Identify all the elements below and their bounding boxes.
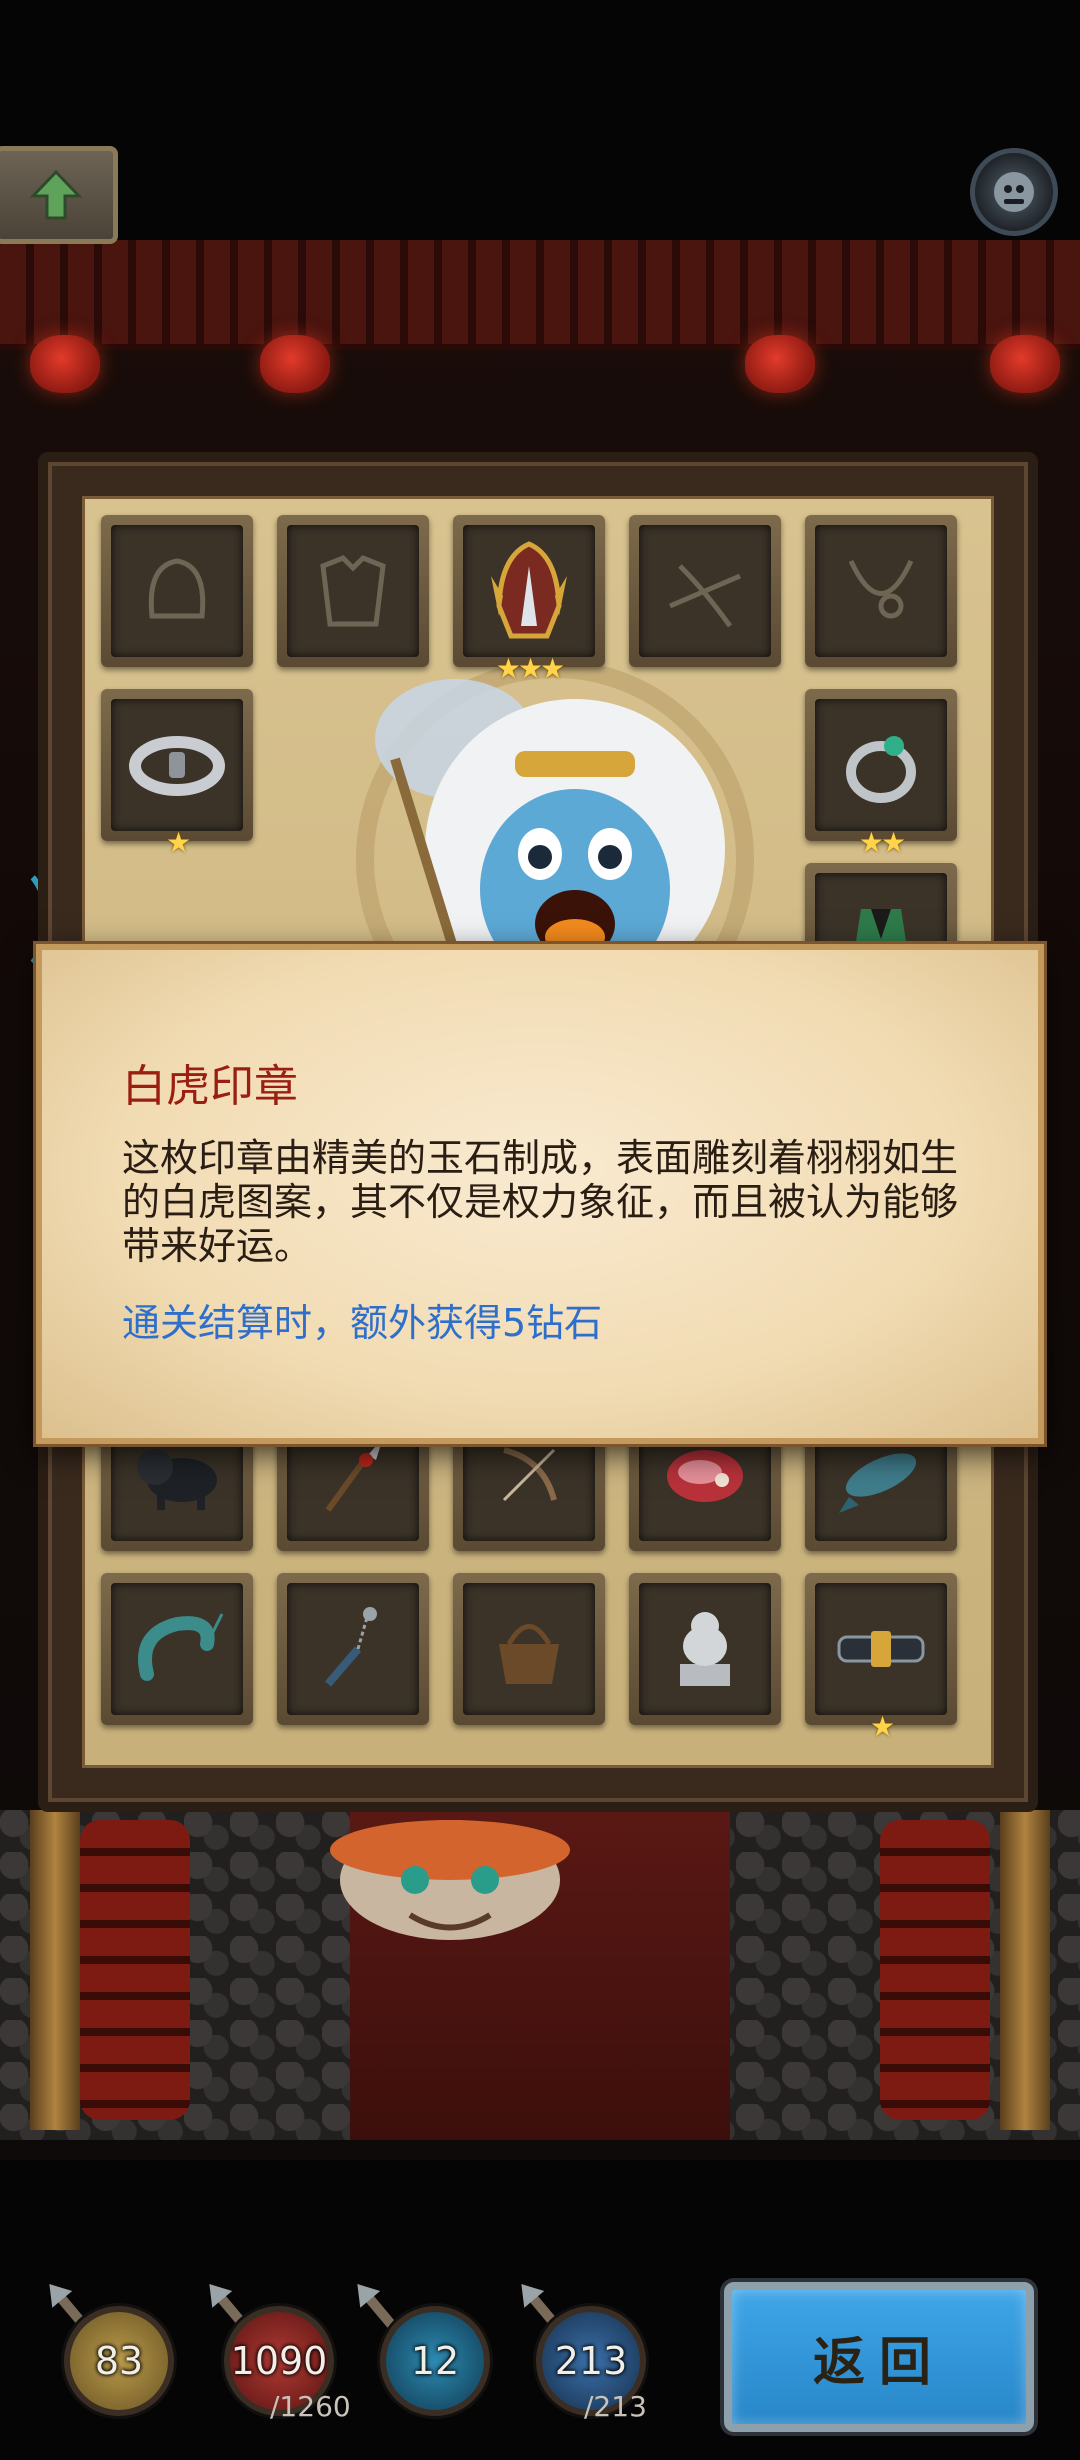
energy-max: /213 [584, 2390, 647, 2423]
temple-eaves [0, 240, 1080, 350]
inventory-slot-selected[interactable] [629, 1573, 781, 1725]
back-button[interactable]: 返回 [724, 2282, 1034, 2432]
health-max: /1260 [270, 2390, 351, 2423]
item-info-popup[interactable]: 白虎印章 这枚印章由精美的玉石制成，表面雕刻着栩栩如生的白虎图案，其不仅是权力象… [36, 944, 1044, 1444]
lantern-icon [30, 335, 100, 393]
necklace-icon [848, 559, 914, 619]
basket-icon [499, 1624, 559, 1684]
lantern-icon [990, 335, 1060, 393]
health-value: 1090 [230, 2339, 328, 2383]
resource-mana: 12 [380, 2306, 490, 2416]
emerald-ring-icon [846, 736, 916, 803]
red-crested-helmet-icon [491, 541, 567, 639]
gold-pillar-right [1000, 1810, 1050, 2130]
equipment-slot-necklace[interactable] [805, 515, 957, 667]
belt-icon [837, 1631, 925, 1667]
inventory-slot[interactable] [101, 1573, 253, 1725]
gold-pillar-left [30, 1810, 80, 2130]
equipment-slot-helmet[interactable] [101, 515, 253, 667]
hero-portrait-icon [994, 172, 1034, 212]
meat-icon [667, 1450, 743, 1502]
equipment-slot-weapon[interactable] [629, 515, 781, 667]
white-tiger-seal-icon [680, 1612, 730, 1686]
upstairs-button[interactable] [0, 146, 118, 244]
armor-icon [320, 555, 386, 627]
crossbow-icon [669, 564, 741, 628]
lion-dance-head-icon [330, 1820, 570, 1940]
equipment-slot-head[interactable]: ★★★ [453, 515, 605, 685]
lantern-icon [260, 335, 330, 393]
equipment-slot-ring-right[interactable]: ★★ [805, 689, 957, 859]
item-effect: 通关结算时，额外获得5钻石 [122, 1301, 603, 1345]
up-arrow-icon [29, 169, 83, 220]
black-lion-icon [137, 1449, 217, 1510]
item-description: 这枚印章由精美的玉石制成，表面雕刻着栩栩如生的白虎图案，其不仅是权力象征，而且被… [122, 1136, 959, 1268]
slot-stars: ★ [165, 826, 191, 859]
helmet-icon [148, 558, 206, 619]
inventory-slot[interactable]: ★ [805, 1573, 957, 1743]
mana-value: 12 [410, 2339, 460, 2383]
item-name: 白虎印章 [122, 1061, 298, 1112]
red-drum-right [880, 1820, 990, 2120]
fish-icon [839, 1453, 917, 1513]
resource-gold: 83 [64, 2306, 174, 2416]
slot-stars: ★★ [858, 826, 906, 859]
equipment-slot-armor[interactable] [277, 515, 429, 667]
flail-icon [324, 1607, 377, 1687]
back-button-label: 返回 [812, 2332, 945, 2393]
silver-ring-icon [129, 736, 225, 796]
lantern-icon [745, 335, 815, 393]
energy-value: 213 [554, 2339, 628, 2383]
slot-stars: ★ [869, 1710, 895, 1743]
equipment-slot-ring-left[interactable]: ★ [101, 689, 253, 859]
slot-stars: ★★★ [495, 652, 565, 685]
shrimp-icon [138, 1613, 224, 1681]
inventory-slot[interactable] [453, 1573, 605, 1725]
red-drum-left [80, 1820, 190, 2120]
character-avatar-button[interactable] [970, 148, 1058, 236]
inventory-slot[interactable] [277, 1573, 429, 1725]
gold-value: 83 [94, 2339, 144, 2383]
